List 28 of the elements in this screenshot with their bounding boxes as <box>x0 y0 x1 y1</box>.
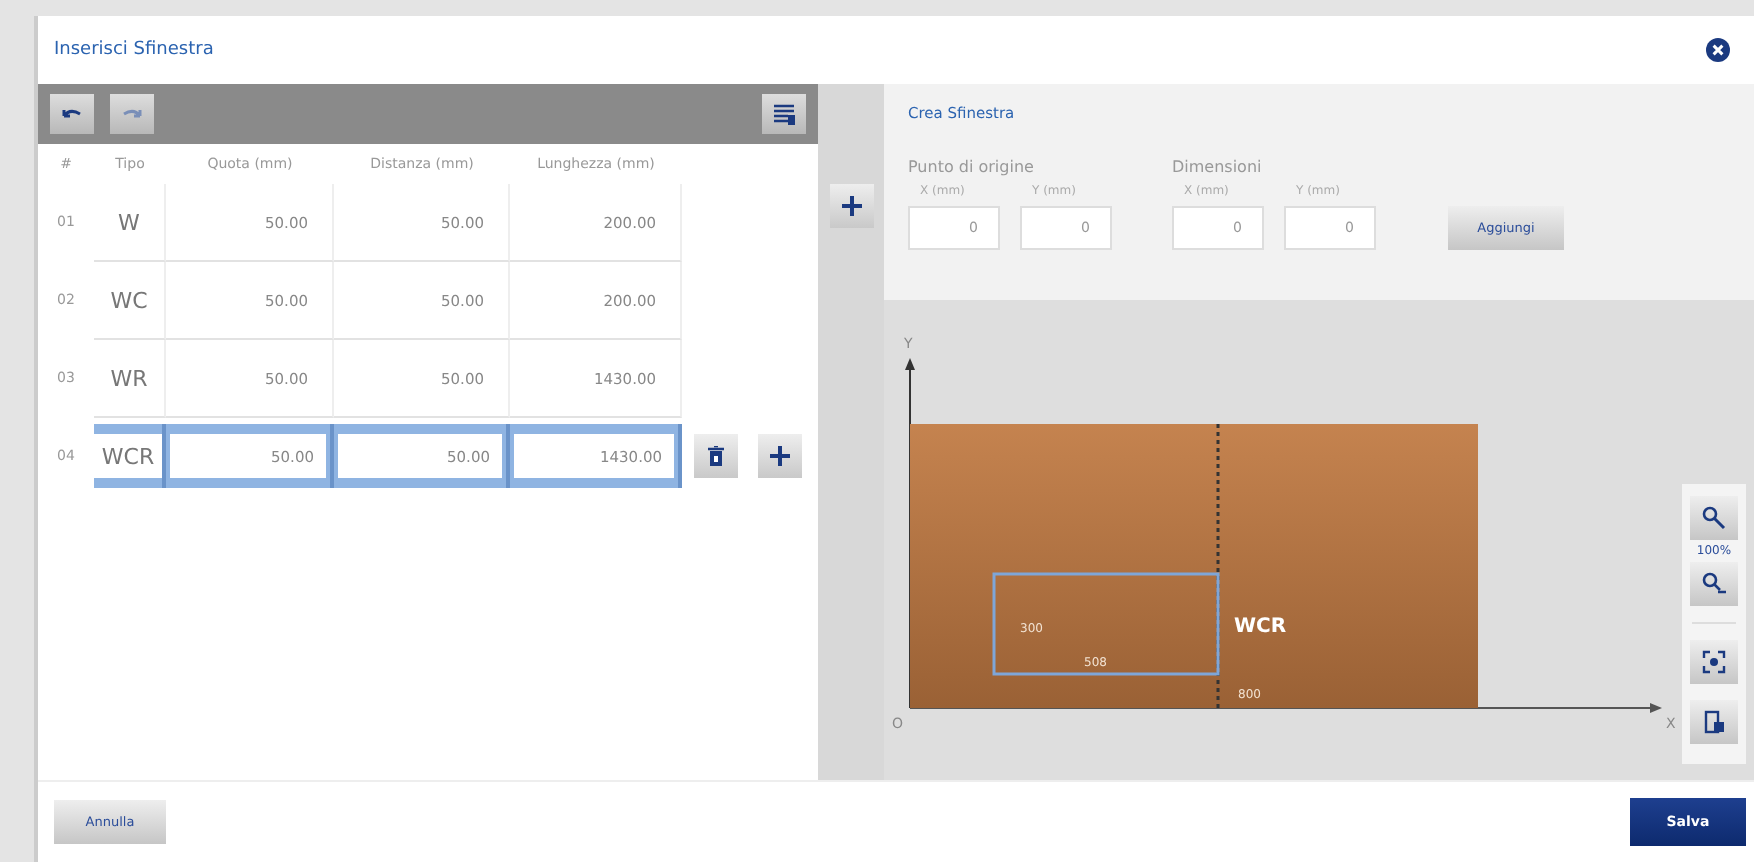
list-icon <box>772 102 796 126</box>
export-button[interactable] <box>1690 700 1738 744</box>
list-button[interactable] <box>762 94 806 134</box>
redo-icon <box>122 106 142 122</box>
table-cell: W <box>94 184 166 262</box>
fit-icon <box>1702 650 1726 674</box>
trash-icon <box>708 446 724 466</box>
zoom-in-button[interactable] <box>1690 496 1738 540</box>
undo-button[interactable] <box>50 94 94 134</box>
undo-icon <box>62 106 82 122</box>
plus-icon <box>841 196 861 216</box>
table-cell: WR <box>94 340 166 418</box>
group-label: Dimensioni <box>1172 158 1264 176</box>
delete-button[interactable] <box>694 434 738 478</box>
group-label: Punto di origine <box>908 158 1036 176</box>
magnifier-icon <box>1702 572 1726 596</box>
window-title: Inserisci Sfinestra <box>54 40 214 60</box>
editable-cell[interactable]: WCR <box>94 424 166 488</box>
table-cell: WC <box>94 262 166 340</box>
zoom-out-button[interactable] <box>1690 562 1738 606</box>
fit-button[interactable] <box>1690 640 1738 684</box>
window-label: WCR <box>1234 616 1287 638</box>
magnifier-icon <box>1702 506 1726 530</box>
document-icon <box>1702 710 1726 734</box>
add-button[interactable] <box>829 184 873 228</box>
add-row-button[interactable] <box>758 434 802 478</box>
plus-icon <box>770 446 790 466</box>
close-icon[interactable] <box>1706 38 1730 62</box>
